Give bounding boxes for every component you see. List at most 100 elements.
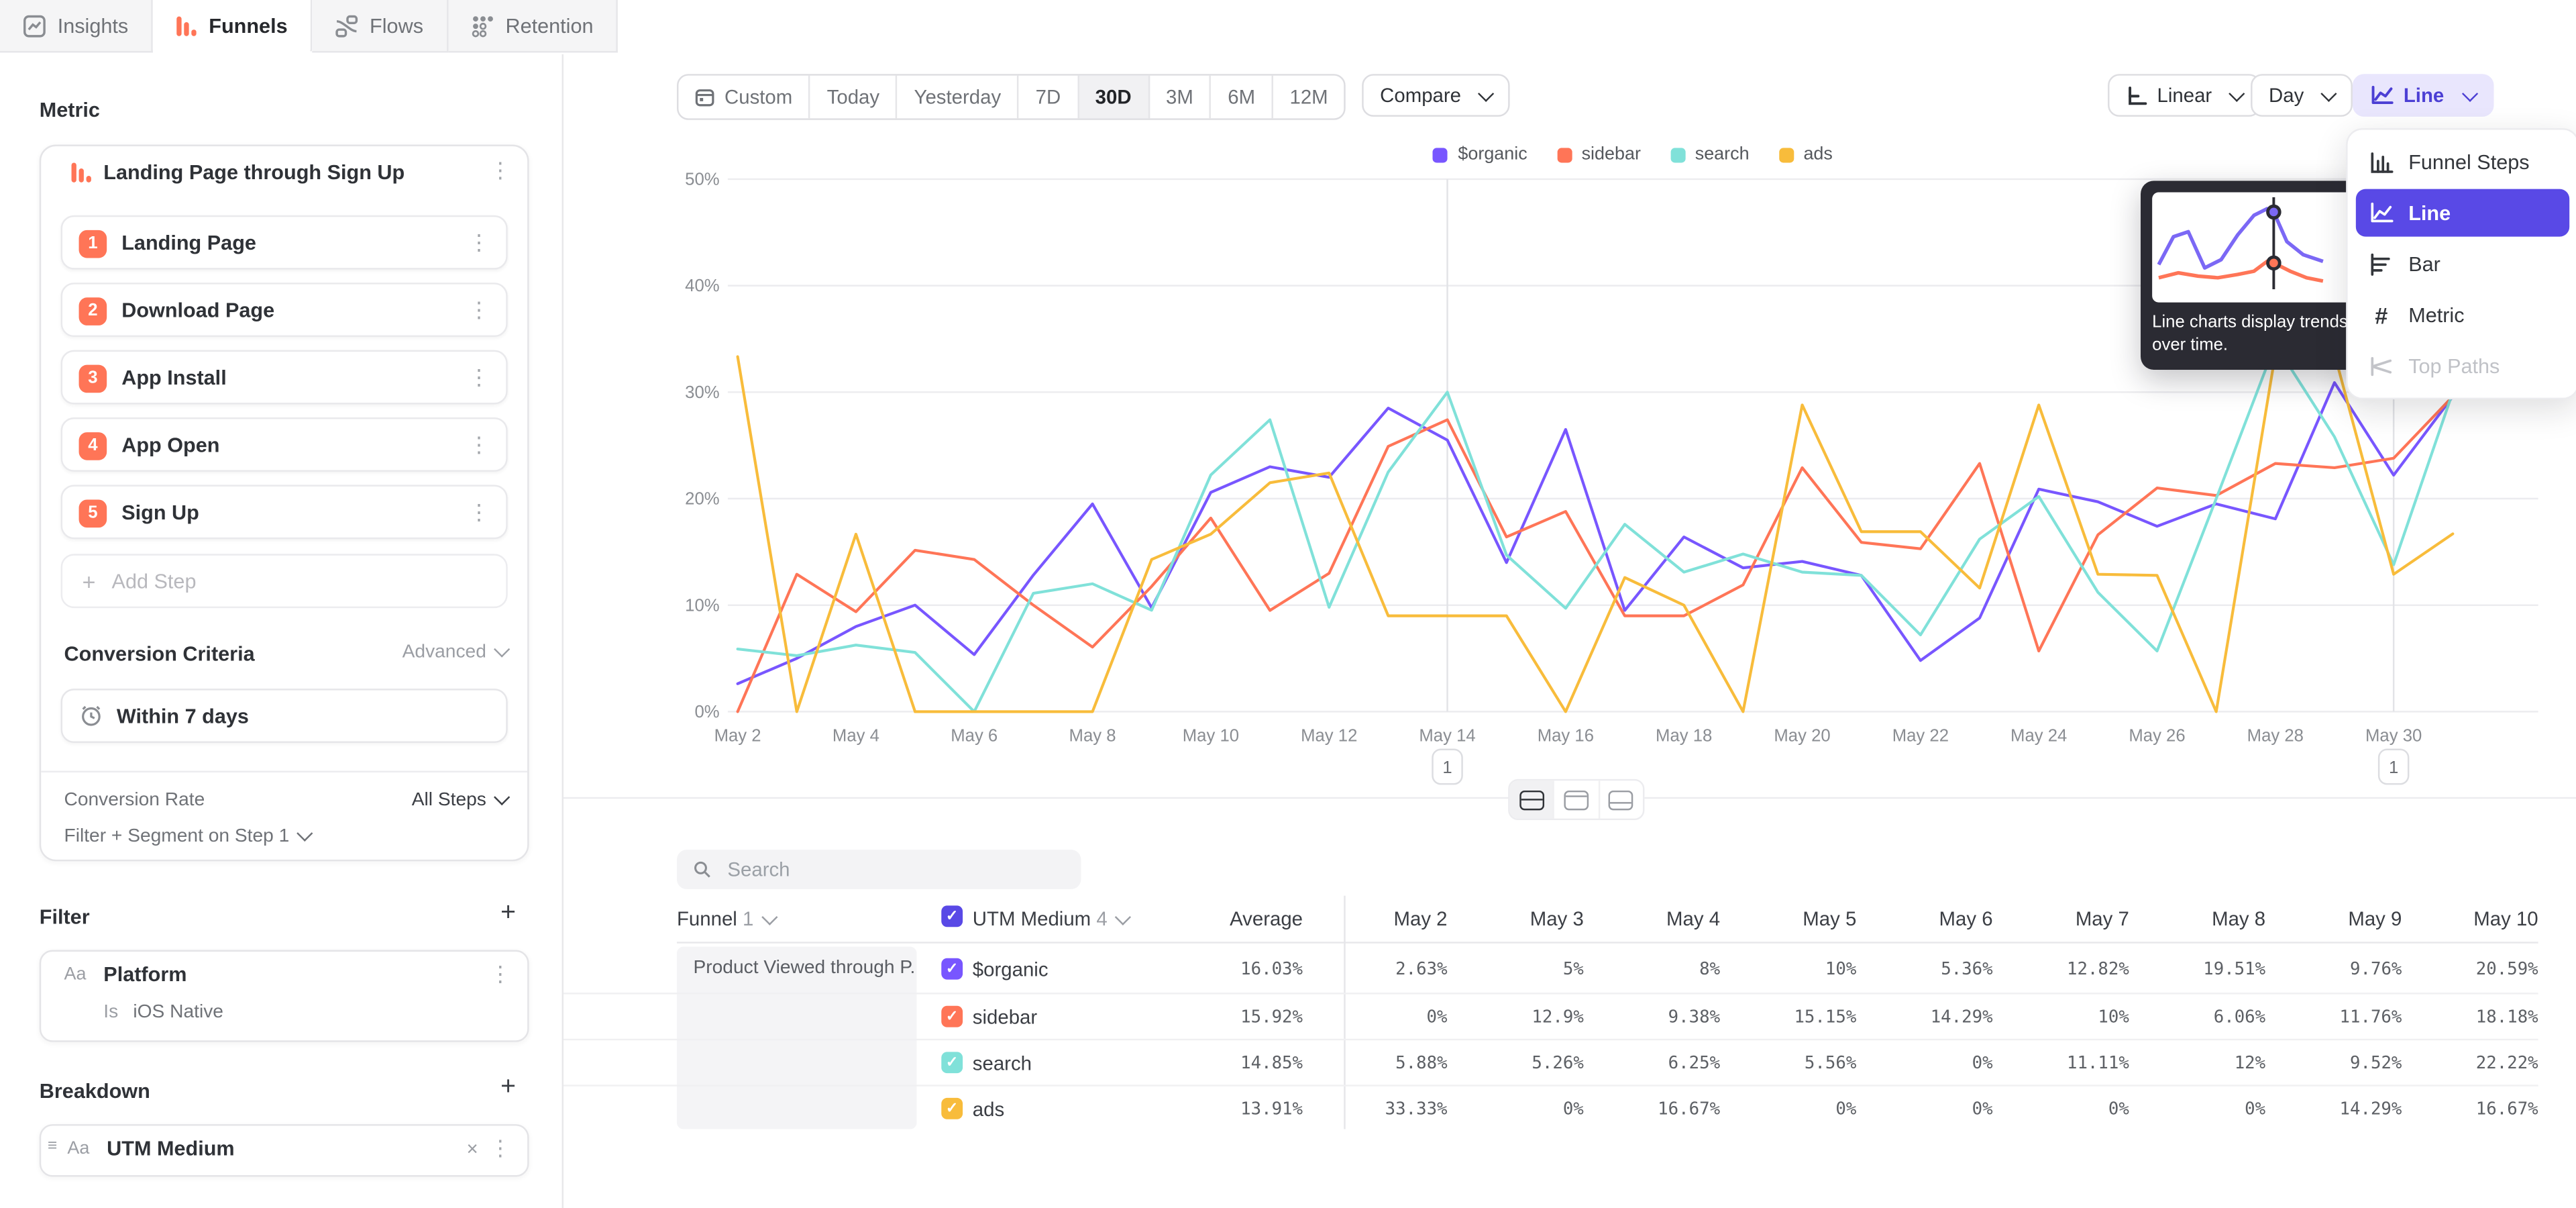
menu-item-metric[interactable]: # Metric <box>2356 291 2569 338</box>
conversion-criteria-mode-dropdown[interactable]: Advanced <box>402 643 508 662</box>
legend-item-sidebar[interactable]: sidebar <box>1557 145 1641 164</box>
table-row-$organic: ✓$organic16.03%2.63%5%8%10%5.36%12.82%19… <box>564 947 2538 993</box>
step-menu-button[interactable]: ⋮ <box>468 297 490 323</box>
column-header-date[interactable]: May 4 <box>1621 907 1720 930</box>
table-cell: 10% <box>1758 960 1856 979</box>
tab-insights-label: Insights <box>58 14 129 37</box>
x-axis-tick: May 24 <box>2010 726 2067 745</box>
table-cell: 9.76% <box>2303 960 2402 979</box>
y-axis-tick: 30% <box>685 383 719 402</box>
funnel-steps-icon <box>2369 150 2394 173</box>
funnel-step-2[interactable]: 2 Download Page ⋮ <box>61 283 508 337</box>
column-header-date[interactable]: May 7 <box>2031 907 2129 930</box>
date-range-12m[interactable]: 12M <box>1273 76 1344 119</box>
layout-chart-only-toggle[interactable] <box>1555 781 1600 818</box>
date-range-custom[interactable]: Custom <box>678 76 810 119</box>
column-header-date[interactable]: May 5 <box>1758 907 1856 930</box>
filter-card[interactable]: Aa Platform ⋮ Is iOS Native <box>40 950 529 1042</box>
y-axis-tick: 20% <box>685 490 719 509</box>
date-range-today[interactable]: Today <box>810 76 898 119</box>
add-filter-button[interactable]: + <box>500 899 516 929</box>
x-axis-tick: May 20 <box>1774 726 1830 745</box>
step-menu-button[interactable]: ⋮ <box>468 365 490 391</box>
date-range-control: CustomTodayYesterday7D30D3M6M12M <box>677 74 1346 120</box>
table-cell: 16.67% <box>2440 1099 2538 1119</box>
add-step-button[interactable]: + Add Step <box>61 554 508 608</box>
svg-text:1: 1 <box>1442 758 1452 777</box>
date-range-30d[interactable]: 30D <box>1079 76 1149 119</box>
layout-split-toggle[interactable] <box>1510 781 1555 818</box>
x-axis-tick: May 22 <box>1892 726 1949 745</box>
table-search <box>677 850 1081 889</box>
property-type-badge: Aa <box>64 965 87 985</box>
app-root: Insights Funnels Flows Retention Metric … <box>0 0 2576 1208</box>
tab-insights[interactable]: Insights <box>0 0 153 52</box>
remove-breakdown-icon[interactable]: × <box>466 1138 478 1160</box>
funnel-step-3[interactable]: 3 App Install ⋮ <box>61 350 508 405</box>
chart-type-tooltip: Line charts display trends over time. <box>2141 181 2364 369</box>
step-menu-button[interactable]: ⋮ <box>468 432 490 458</box>
funnel-menu-button[interactable]: ⋮ <box>490 158 511 184</box>
tab-retention[interactable]: Retention <box>448 0 619 52</box>
search-input[interactable] <box>724 856 1065 883</box>
layout-table-only-toggle[interactable] <box>1599 781 1642 818</box>
legend-swatch <box>1557 147 1572 162</box>
column-header-date[interactable]: May 2 <box>1349 907 1448 930</box>
date-range-yesterday[interactable]: Yesterday <box>898 76 1019 119</box>
filter-segment-dropdown[interactable]: Filter + Segment on Step 1 <box>64 827 311 846</box>
date-range-7d[interactable]: 7D <box>1019 76 1079 119</box>
compare-button[interactable]: Compare <box>1362 74 1510 117</box>
funnel-step-1[interactable]: 1 Landing Page ⋮ <box>61 215 508 270</box>
menu-item-line[interactable]: Line <box>2356 189 2569 237</box>
series-name: $organic <box>973 958 1049 981</box>
add-breakdown-button[interactable]: + <box>500 1073 516 1103</box>
top-panel-icon <box>1564 790 1589 809</box>
step-number-badge: 2 <box>79 297 107 325</box>
filter-menu-button[interactable]: ⋮ <box>490 962 511 988</box>
table-cell: 0% <box>1894 1099 1993 1119</box>
row-checkbox[interactable]: ✓ <box>941 1098 963 1119</box>
legend-item-search[interactable]: search <box>1670 145 1750 164</box>
table-header-rule <box>677 942 2538 943</box>
menu-item-funnel-steps[interactable]: Funnel Steps <box>2356 138 2569 186</box>
scale-dropdown[interactable]: Linear <box>2108 74 2261 117</box>
plus-icon: + <box>82 568 95 595</box>
table-cell: 11.11% <box>2031 1054 2129 1073</box>
conversion-rate-dropdown[interactable]: All Steps <box>412 791 508 810</box>
date-range-3m[interactable]: 3M <box>1149 76 1211 119</box>
series-line-$organic <box>738 383 2453 684</box>
y-axis-tick: 10% <box>685 596 719 615</box>
bottom-panel-icon <box>1609 790 1633 809</box>
filter-property-label: Platform <box>103 963 186 986</box>
x-axis-tick: May 14 <box>1419 726 1475 745</box>
column-header-date[interactable]: May 10 <box>2440 907 2538 930</box>
breakdown-menu-button[interactable]: ⋮ <box>490 1136 511 1162</box>
table-cell: 14.29% <box>1894 1007 1993 1027</box>
drag-handle-icon[interactable]: ≡ <box>48 1138 57 1156</box>
row-checkbox[interactable]: ✓ <box>941 958 963 980</box>
annotation-badge[interactable]: 1 <box>2379 750 2408 784</box>
interval-dropdown[interactable]: Day <box>2251 74 2353 117</box>
column-header-date[interactable]: May 3 <box>1485 907 1584 930</box>
step-menu-button[interactable]: ⋮ <box>468 230 490 256</box>
column-header-date[interactable]: May 9 <box>2303 907 2402 930</box>
tab-funnels[interactable]: Funnels <box>153 0 312 52</box>
annotation-badge[interactable]: 1 <box>1433 750 1462 784</box>
column-header-date[interactable]: May 8 <box>2167 907 2265 930</box>
date-range-6m[interactable]: 6M <box>1212 76 1273 119</box>
tab-flows[interactable]: Flows <box>312 0 447 52</box>
funnel-step-4[interactable]: 4 App Open ⋮ <box>61 417 508 472</box>
chart-type-dropdown[interactable]: Line <box>2353 74 2493 117</box>
step-menu-button[interactable]: ⋮ <box>468 499 490 525</box>
legend-item-$organic[interactable]: $organic <box>1434 145 1527 164</box>
step-number-badge: 3 <box>79 365 107 393</box>
row-checkbox[interactable]: ✓ <box>941 1006 963 1027</box>
funnel-step-5[interactable]: 5 Sign Up ⋮ <box>61 485 508 539</box>
menu-item-bar[interactable]: Bar <box>2356 240 2569 288</box>
linear-scale-icon <box>2126 85 2147 106</box>
column-header-date[interactable]: May 6 <box>1894 907 1993 930</box>
row-checkbox[interactable]: ✓ <box>941 1052 963 1073</box>
legend-item-ads[interactable]: ads <box>1779 145 1833 164</box>
conversion-window-button[interactable]: Within 7 days <box>61 689 508 743</box>
breakdown-card[interactable]: ≡ Aa UTM Medium × ⋮ <box>40 1124 529 1176</box>
